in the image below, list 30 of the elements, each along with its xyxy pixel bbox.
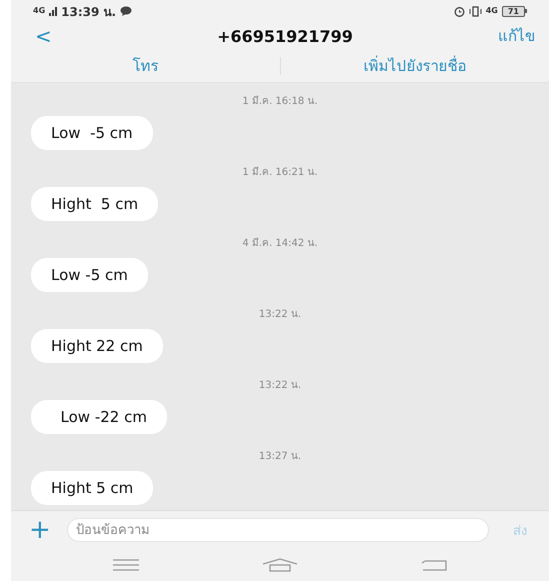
contact-number: +66951921799	[216, 26, 354, 46]
message-bubble: Hight 22 cm	[31, 329, 163, 363]
message-timestamp: 13:22 น.	[258, 379, 302, 392]
data-type-label: 4G	[486, 7, 498, 15]
alarm-icon	[454, 6, 465, 16]
menu-icon[interactable]	[112, 559, 139, 571]
add-button[interactable]: +	[29, 517, 51, 543]
message-timestamp: 1 มี.ค. 16:18 น.	[242, 94, 318, 108]
add-to-contacts-button[interactable]: เพิ่มไปยังรายชื่อ	[280, 54, 549, 78]
battery-level: 71	[502, 6, 525, 16]
vibrate-icon	[468, 6, 482, 16]
message-timestamp: 13:22 น.	[258, 308, 302, 321]
network-label: 4G	[33, 7, 46, 15]
chat-icon	[120, 6, 132, 16]
message-input[interactable]: ป้อนข้อความ	[66, 518, 489, 542]
call-button[interactable]: โทร	[11, 54, 280, 78]
message-bubble: Hight 5 cm	[31, 471, 154, 505]
message-timestamp: 1 มี.ค. 16:21 น.	[242, 166, 318, 179]
message-timestamp: 13:27 น.	[258, 450, 302, 463]
message-bubble: Low -22 cm	[31, 400, 167, 434]
message-bubble: Hight 5 cm	[31, 187, 158, 221]
signal-icon	[49, 6, 58, 16]
edit-button[interactable]: แก้ไข	[445, 24, 535, 48]
back-button[interactable]: <	[35, 24, 125, 48]
back-icon[interactable]	[421, 559, 448, 571]
clock-time: 13:39 น.	[61, 4, 116, 20]
home-icon[interactable]	[262, 558, 298, 572]
message-bubble: Low -5 cm	[31, 258, 148, 292]
message-bubble: Low -5 cm	[31, 116, 153, 150]
message-timestamp: 4 มี.ค. 14:42 น.	[242, 236, 318, 250]
